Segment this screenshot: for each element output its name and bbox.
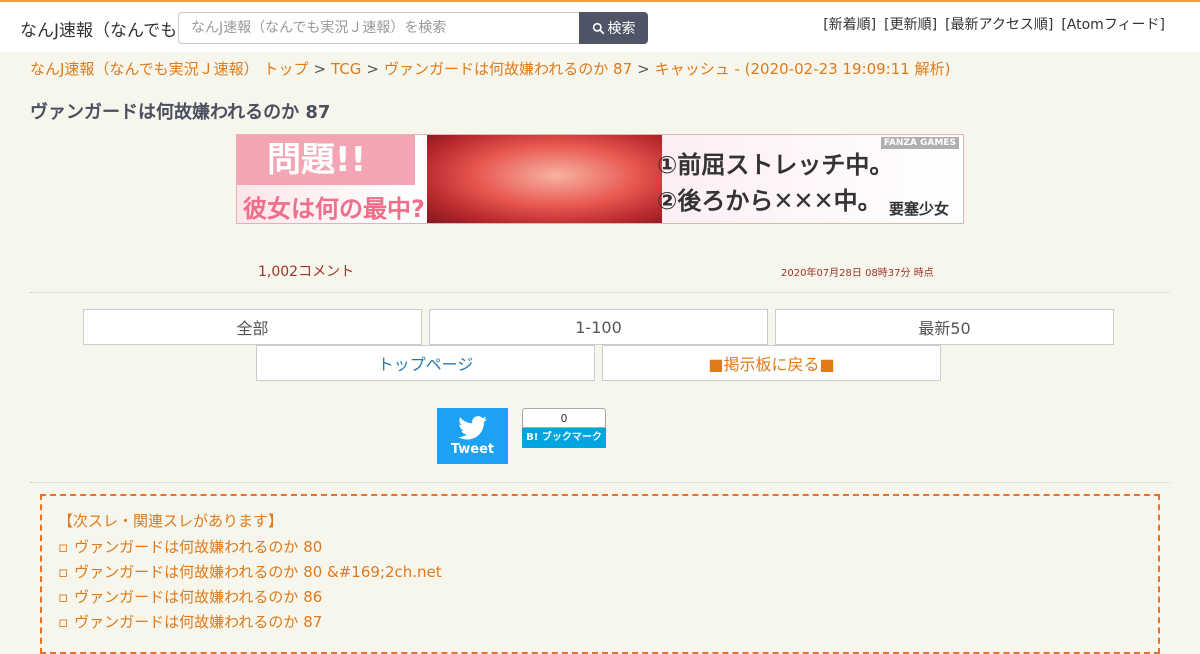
top-page-button[interactable]: トップページ [256,345,595,381]
link-icon: ▫ [58,538,69,556]
nav-atom-feed[interactable]: [Atomフィード] [1061,14,1165,34]
breadcrumb: なんJ速報（なんでも実況Ｊ速報） トップ > TCG > ヴァンガードは何故嫌われるのか… [30,58,950,79]
view-1-100-button[interactable]: 1-100 [429,309,768,345]
related-heading: 【次スレ・関連スレがあります】 [58,512,284,530]
banner-question: 問題!! [237,135,415,185]
tweet-button[interactable]: Tweet [437,408,508,464]
site-title[interactable]: なんJ速報（なんでも実況Ｊ速報） [20,16,180,41]
back-to-board-button[interactable]: ■掲示板に戻る■ [602,345,941,381]
banner-line-2: ②後ろから✕✕✕中。 [657,187,882,215]
banner-game-logo: 要塞少女 [888,200,949,218]
link-icon: ▫ [58,563,69,581]
nav-new[interactable]: [新着順] [823,14,876,34]
link-icon: ▫ [58,613,69,631]
tweet-label: Tweet [450,442,495,457]
comment-count: 1,002コメント [258,264,355,280]
ad-banner[interactable]: 問題!! 彼女は何の最中? ①前屈ストレッチ中。 ②後ろから✕✕✕中。 FANZ… [236,134,964,224]
hatena-bookmark-button[interactable]: 0 B! ブックマーク [522,408,606,448]
breadcrumb-cache[interactable]: キャッシュ - (2020-02-23 19:09:11 解析) [655,60,951,78]
banner-line-1: ①前屈ストレッチ中。 [657,151,894,179]
breadcrumb-top[interactable]: なんJ速報（なんでも実況Ｊ速報） トップ [30,60,308,78]
breadcrumb-separator: > [313,60,327,78]
header: なんJ速報（なんでも実況Ｊ速報） 検索 [新着順] [更新順] [最新アクセス順… [0,0,1200,52]
related-link[interactable]: ▫ ヴァンガードは何故嫌われるのか 86 [58,585,1142,610]
breadcrumb-thread[interactable]: ヴァンガードは何故嫌われるのか 87 [384,60,632,78]
breadcrumb-category[interactable]: TCG [331,60,361,78]
related-link[interactable]: ▫ ヴァンガードは何故嫌われるのか 80 &#169;2ch.net [58,560,1142,585]
view-latest50-button[interactable]: 最新50 [775,309,1114,345]
nav-updated[interactable]: [更新順] [884,14,937,34]
banner-question-sub: 彼女は何の最中? [243,195,425,223]
related-threads-box: 【次スレ・関連スレがあります】 ▫ ヴァンガードは何故嫌われるのか 80 ▫ ヴァン… [40,494,1160,654]
divider [30,292,1170,293]
breadcrumb-separator: > [637,60,650,78]
search-input[interactable] [178,12,580,44]
nav-recent-access[interactable]: [最新アクセス順] [945,14,1053,34]
related-link[interactable]: ▫ ヴァンガードは何故嫌われるのか 80 [58,535,1142,560]
banner-brand-logo: FANZA GAMES [880,137,959,149]
divider [30,482,1170,483]
search-icon [592,22,604,34]
view-all-button[interactable]: 全部 [83,309,422,345]
search-button[interactable]: 検索 [579,12,648,44]
page-title: ヴァンガードは何故嫌われるのか 87 [30,102,331,123]
twitter-bird-icon [457,416,487,440]
snapshot-timestamp: 2020年07月28日 08時37分 時点 [781,268,934,279]
hatena-count: 0 [522,408,606,428]
hatena-label: B! ブックマーク [522,428,606,448]
search-button-label: 検索 [607,21,636,37]
nav-links: [新着順] [更新順] [最新アクセス順] [Atomフィード] [823,14,1165,34]
related-link[interactable]: ▫ ヴァンガードは何故嫌われるのか 87 [58,610,1142,635]
banner-character-image [427,135,662,223]
breadcrumb-separator: > [366,60,379,78]
link-icon: ▫ [58,588,69,606]
